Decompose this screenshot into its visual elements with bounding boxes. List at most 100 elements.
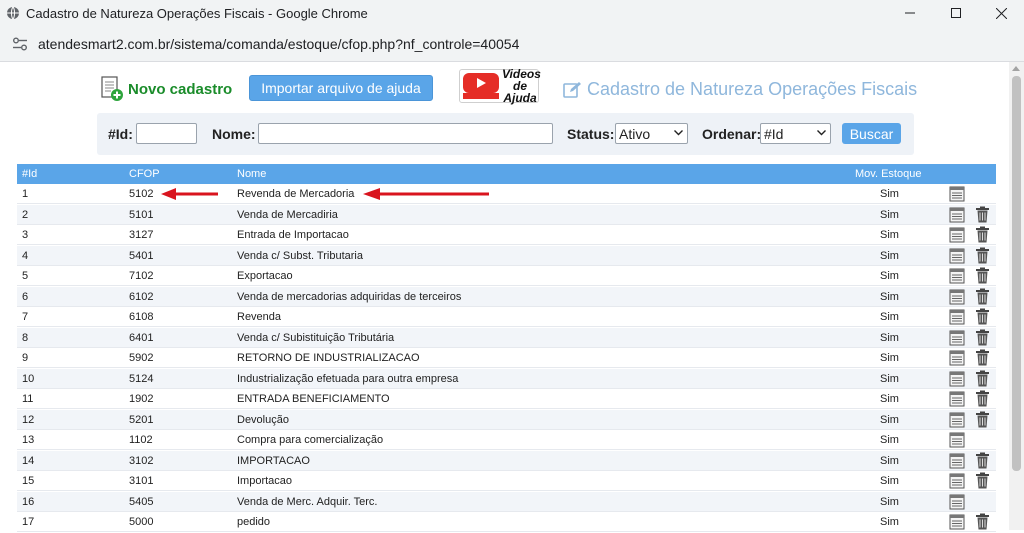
- buscar-button[interactable]: Buscar: [842, 123, 901, 144]
- ordenar-select[interactable]: #Id: [760, 123, 831, 144]
- cell-id: 8: [22, 331, 29, 344]
- table-row[interactable]: 4 5401 Venda c/ Subst. Tributaria Sim: [17, 245, 996, 267]
- cell-cfop: 6102: [129, 290, 154, 303]
- cell-cfop: 5201: [129, 413, 154, 426]
- table-row[interactable]: 15 3101 Importacao Sim: [17, 471, 996, 491]
- annotation-arrow-cfop: [161, 188, 218, 200]
- novo-cadastro-label: Novo cadastro: [128, 80, 233, 98]
- trash-icon[interactable]: [975, 370, 990, 390]
- list-edit-icon[interactable]: [949, 227, 965, 246]
- videos-ajuda-button[interactable]: Videos de Ajuda: [459, 68, 541, 104]
- trash-icon[interactable]: [975, 472, 990, 492]
- list-edit-icon[interactable]: [949, 412, 965, 431]
- minimize-button[interactable]: [887, 0, 933, 26]
- cell-id: 16: [22, 495, 35, 508]
- cell-mov-estoque: Sim: [880, 475, 899, 487]
- cell-cfop: 5000: [129, 516, 154, 528]
- trash-icon[interactable]: [975, 349, 990, 369]
- list-edit-icon[interactable]: [949, 186, 965, 205]
- trash-icon[interactable]: [975, 226, 990, 246]
- maximize-button[interactable]: [933, 0, 979, 26]
- list-edit-icon[interactable]: [949, 248, 965, 267]
- cell-mov-estoque: Sim: [880, 516, 899, 528]
- list-edit-icon[interactable]: [949, 289, 965, 308]
- cell-id: 13: [22, 434, 35, 446]
- table-row[interactable]: 14 3102 IMPORTACAO Sim: [17, 450, 996, 472]
- list-edit-icon[interactable]: [949, 268, 965, 287]
- id-filter-input[interactable]: [136, 123, 197, 144]
- table-row[interactable]: 13 1102 Compra para comercialização Sim: [17, 430, 996, 450]
- cell-cfop: 3127: [129, 229, 154, 241]
- table-row[interactable]: 11 1902 ENTRADA BENEFICIAMENTO Sim: [17, 389, 996, 409]
- importar-arquivo-button[interactable]: Importar arquivo de ajuda: [249, 75, 433, 101]
- list-edit-icon[interactable]: [949, 350, 965, 369]
- table-row[interactable]: 10 5124 Industrialização efetuada para out…: [17, 368, 996, 390]
- cell-nome: Venda c/ Subst. Tributaria: [237, 249, 363, 262]
- table-row[interactable]: 5 7102 Exportacao Sim: [17, 266, 996, 286]
- cell-mov-estoque: Sim: [880, 495, 899, 508]
- trash-icon[interactable]: [975, 247, 990, 267]
- page-title: Cadastro de Natureza Operações Fiscais: [587, 79, 918, 99]
- annotation-arrow-nome: [363, 188, 489, 200]
- cell-cfop: 3101: [129, 475, 154, 487]
- table-row[interactable]: 9 5902 RETORNO DE INDUSTRIALIZACAO Sim: [17, 348, 996, 368]
- cell-mov-estoque: Sim: [880, 434, 899, 446]
- cell-mov-estoque: Sim: [880, 331, 899, 344]
- close-button[interactable]: [978, 0, 1024, 26]
- cell-id: 4: [22, 249, 29, 262]
- cell-id: 12: [22, 413, 35, 426]
- address-bar[interactable]: atendesmart2.com.br/sistema/comanda/esto…: [0, 26, 1024, 62]
- table-row[interactable]: 3 3127 Entrada de Importacao Sim: [17, 225, 996, 245]
- scrollbar-thumb[interactable]: [1012, 76, 1021, 471]
- list-edit-icon[interactable]: [949, 330, 965, 349]
- trash-icon[interactable]: [975, 390, 990, 410]
- list-edit-icon[interactable]: [949, 494, 965, 513]
- table-row[interactable]: 8 6401 Venda c/ Subistituição Tributária Si…: [17, 327, 996, 349]
- trash-icon[interactable]: [975, 513, 990, 533]
- cell-nome: RETORNO DE INDUSTRIALIZACAO: [237, 352, 420, 364]
- filter-panel: #Id: Nome: Status: Ativo Ordenar: #Id Bu…: [97, 113, 914, 155]
- cell-nome: Revenda: [237, 311, 282, 323]
- cell-cfop: 1902: [129, 393, 154, 405]
- cell-mov-estoque: Sim: [880, 270, 899, 282]
- list-edit-icon[interactable]: [949, 207, 965, 226]
- list-edit-icon[interactable]: [949, 453, 965, 472]
- trash-icon[interactable]: [975, 288, 990, 308]
- cell-mov-estoque: Sim: [880, 249, 899, 262]
- url-text[interactable]: atendesmart2.com.br/sistema/comanda/esto…: [38, 36, 519, 52]
- cell-cfop: 5101: [129, 208, 154, 221]
- nome-filter-input[interactable]: [258, 123, 553, 144]
- list-edit-icon[interactable]: [949, 371, 965, 390]
- cell-id: 9: [22, 352, 29, 364]
- cell-cfop: 3102: [129, 454, 154, 467]
- table-row[interactable]: 17 5000 pedido Sim: [17, 512, 996, 532]
- list-edit-icon[interactable]: [949, 309, 965, 328]
- trash-icon[interactable]: [975, 452, 990, 472]
- trash-icon[interactable]: [975, 411, 990, 431]
- trash-icon[interactable]: [975, 206, 990, 226]
- list-edit-icon[interactable]: [949, 432, 965, 451]
- list-edit-icon[interactable]: [949, 391, 965, 410]
- table-row[interactable]: 2 5101 Venda de Mercadiria Sim: [17, 204, 996, 226]
- cell-mov-estoque: Sim: [880, 413, 899, 426]
- table-row[interactable]: 7 6108 Revenda Sim: [17, 307, 996, 327]
- close-icon: [995, 7, 1007, 19]
- table-row[interactable]: 16 5405 Venda de Merc. Adquir. Terc. Sim: [17, 491, 996, 513]
- list-edit-icon[interactable]: [949, 473, 965, 492]
- table-row[interactable]: 12 5201 Devolução Sim: [17, 409, 996, 431]
- vertical-scrollbar[interactable]: [1009, 62, 1024, 530]
- novo-cadastro-button[interactable]: Novo cadastro: [100, 74, 232, 104]
- list-edit-icon[interactable]: [949, 514, 965, 533]
- table-row[interactable]: 6 6102 Venda de mercadorias adquiridas de …: [17, 286, 996, 308]
- scroll-up-icon[interactable]: [1012, 66, 1020, 71]
- trash-icon[interactable]: [975, 267, 990, 287]
- globe-icon: [6, 6, 20, 20]
- status-select[interactable]: Ativo: [615, 123, 688, 144]
- trash-icon[interactable]: [975, 329, 990, 349]
- table-header: #Id CFOP Nome Mov. Estoque: [17, 164, 996, 184]
- cell-nome: Exportacao: [237, 270, 293, 282]
- cell-nome: Industrialização efetuada para outra emp…: [237, 372, 459, 385]
- header-mov-estoque: Mov. Estoque: [855, 168, 922, 180]
- trash-icon[interactable]: [975, 308, 990, 328]
- tune-icon[interactable]: [12, 37, 28, 51]
